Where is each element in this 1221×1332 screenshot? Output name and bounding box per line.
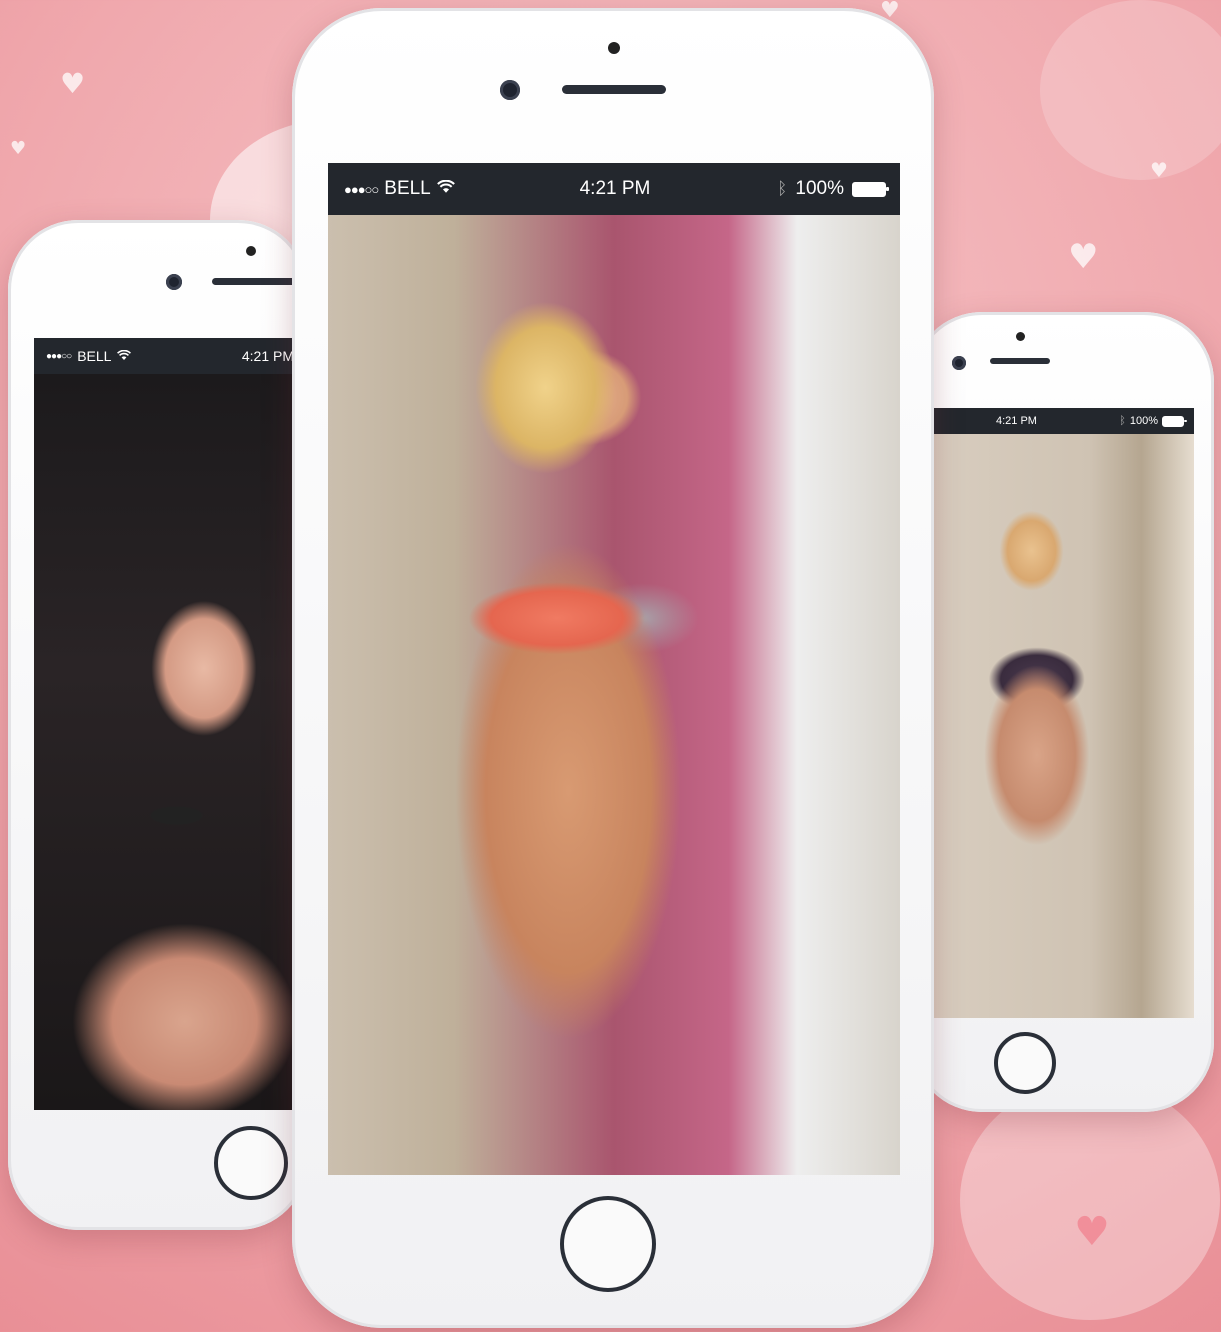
phone-screen: 4:21 PM ᛒ 100% — [932, 408, 1194, 1018]
home-button[interactable] — [214, 1126, 288, 1200]
front-camera — [166, 274, 182, 290]
battery-icon — [1162, 415, 1187, 427]
front-sensor — [1016, 332, 1025, 341]
heart-icon: ♥ — [10, 138, 27, 159]
front-sensor — [608, 42, 620, 54]
phone-center: ●●●○○ BELL 4:21 PM ᛒ 100% — [292, 8, 934, 1328]
front-camera — [952, 356, 966, 370]
clock: 4:21 PM — [241, 348, 294, 364]
background-blob — [1040, 0, 1221, 180]
heart-icon: ♥ — [1074, 1209, 1110, 1255]
wifi-icon — [436, 178, 455, 200]
profile-photo[interactable] — [34, 374, 308, 1110]
signal-indicator: ●●●○○ — [344, 181, 379, 197]
home-button[interactable] — [994, 1032, 1056, 1094]
carrier-name: BELL — [384, 178, 431, 199]
background-blob — [960, 1080, 1220, 1320]
battery-percent: 100% — [1129, 415, 1158, 427]
front-camera — [500, 80, 520, 100]
clock: 4:21 PM — [579, 178, 651, 199]
status-bar: 4:21 PM ᛒ 100% — [932, 408, 1194, 434]
status-bar: ●●●○○ BELL 4:21 PM — [34, 338, 308, 374]
phone-right: 4:21 PM ᛒ 100% — [912, 312, 1214, 1112]
wifi-icon — [117, 348, 132, 364]
front-sensor — [246, 246, 256, 256]
earpiece-speaker — [212, 278, 302, 285]
earpiece-speaker — [990, 358, 1050, 364]
battery-percent: 100% — [795, 178, 844, 199]
heart-icon: ♥ — [60, 67, 86, 100]
clock: 4:21 PM — [996, 415, 1037, 427]
phone-left: ●●●○○ BELL 4:21 PM — [8, 220, 308, 1230]
phone-screen: ●●●○○ BELL 4:21 PM ᛒ 100% — [328, 163, 900, 1175]
phone-screen: ●●●○○ BELL 4:21 PM — [34, 338, 308, 1110]
signal-indicator: ●●●○○ — [46, 350, 72, 362]
profile-photo[interactable] — [328, 215, 900, 1175]
earpiece-speaker — [562, 85, 666, 94]
heart-icon: ♥ — [1068, 237, 1099, 277]
bluetooth-icon: ᛒ — [1119, 415, 1126, 427]
profile-photo[interactable] — [932, 434, 1194, 1018]
bluetooth-icon: ᛒ — [777, 179, 788, 198]
home-button[interactable] — [560, 1196, 656, 1292]
battery-icon — [851, 181, 889, 197]
status-bar: ●●●○○ BELL 4:21 PM ᛒ 100% — [328, 163, 900, 215]
carrier-name: BELL — [77, 348, 112, 364]
heart-icon: ♥ — [1150, 158, 1168, 182]
